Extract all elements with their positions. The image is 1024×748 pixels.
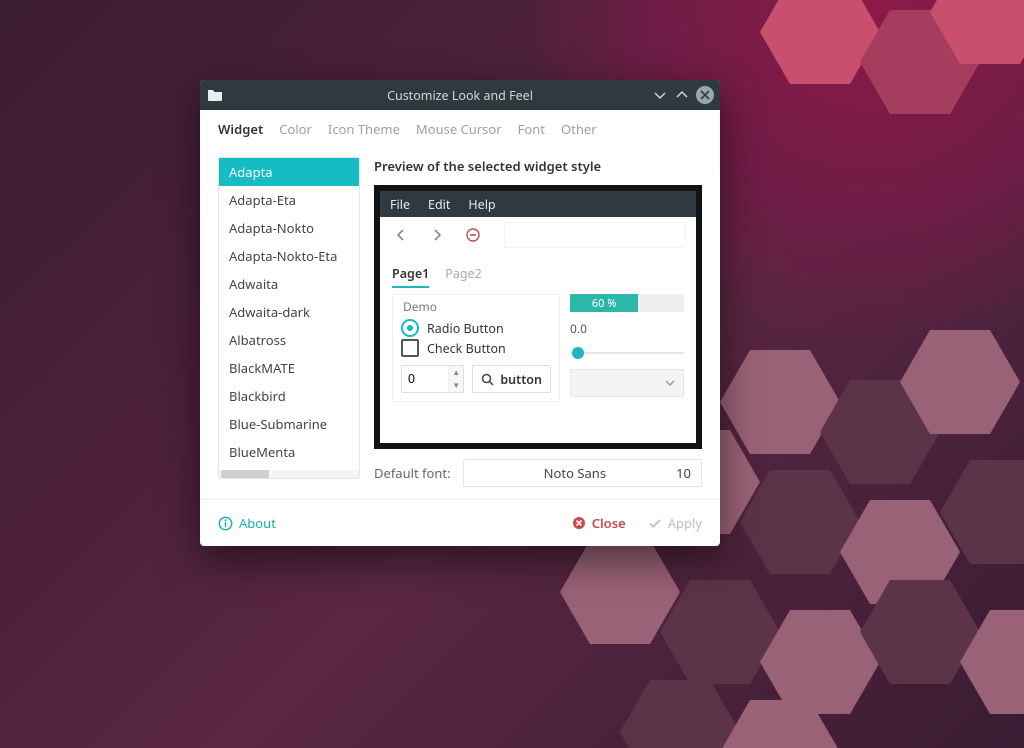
category-tabs: Widget Color Icon Theme Mouse Cursor Fon…: [200, 110, 720, 145]
info-icon: [218, 516, 233, 531]
preview-demo-frame: Demo Radio Button Check Button ▲▼ button: [392, 294, 560, 402]
minimize-button[interactable]: [652, 87, 668, 103]
preview-page-tabs: Page1 Page2: [380, 253, 696, 288]
tab-icon-theme[interactable]: Icon Theme: [328, 120, 400, 144]
theme-item[interactable]: Adwaita: [219, 270, 359, 298]
folder-icon: [200, 88, 230, 102]
default-font-label: Default font:: [374, 464, 451, 482]
tab-color[interactable]: Color: [279, 120, 312, 144]
forward-icon[interactable]: [426, 224, 448, 246]
spin-value[interactable]: [402, 366, 448, 392]
check-label: Check Button: [427, 340, 506, 357]
preview-slider[interactable]: [570, 345, 684, 361]
theme-item[interactable]: BlueMenta: [219, 438, 359, 466]
about-button[interactable]: About: [218, 514, 276, 532]
preview-menubar: File Edit Help: [380, 191, 696, 217]
stop-icon[interactable]: [462, 224, 484, 246]
dialog-footer: About Close Apply: [200, 499, 720, 546]
maximize-button[interactable]: [674, 87, 690, 103]
close-window-button[interactable]: [696, 86, 714, 104]
close-label: Close: [592, 514, 626, 532]
theme-item[interactable]: BlackMATE: [219, 354, 359, 382]
theme-item[interactable]: Adapta-Eta: [219, 186, 359, 214]
about-label: About: [239, 514, 276, 532]
default-font-button[interactable]: Noto Sans 10: [463, 459, 702, 487]
close-button[interactable]: Close: [572, 514, 626, 532]
preview-button[interactable]: button: [472, 365, 551, 393]
tab-other[interactable]: Other: [561, 120, 597, 144]
preview-radio-button[interactable]: Radio Button: [401, 319, 551, 337]
preview-combo-box[interactable]: [570, 369, 684, 397]
preview-label: Preview of the selected widget style: [374, 157, 702, 175]
back-icon[interactable]: [390, 224, 412, 246]
preview-check-button[interactable]: Check Button: [401, 339, 551, 357]
scale-value-label: 0.0: [570, 320, 684, 337]
theme-item[interactable]: Albatross: [219, 326, 359, 354]
radio-label: Radio Button: [427, 320, 504, 337]
tab-widget[interactable]: Widget: [218, 120, 263, 144]
spin-up-icon[interactable]: ▲: [449, 366, 463, 379]
theme-item[interactable]: Adwaita-dark: [219, 298, 359, 326]
widget-preview: File Edit Help Page1 Page2: [374, 185, 702, 449]
font-name: Noto Sans: [474, 464, 677, 482]
default-font-row: Default font: Noto Sans 10: [374, 459, 702, 487]
preview-url-entry[interactable]: [504, 222, 686, 248]
theme-list[interactable]: Adapta Adapta-Eta Adapta-Nokto Adapta-No…: [218, 157, 360, 479]
menu-help[interactable]: Help: [468, 196, 495, 213]
apply-button[interactable]: Apply: [648, 514, 702, 532]
theme-item[interactable]: Adapta-Nokto: [219, 214, 359, 242]
chevron-down-icon: [665, 378, 675, 388]
menu-file[interactable]: File: [390, 196, 410, 213]
check-icon: [648, 516, 662, 530]
theme-item[interactable]: Adapta: [219, 158, 359, 186]
theme-item[interactable]: Adapta-Nokto-Eta: [219, 242, 359, 270]
preview-toolbar: [380, 217, 696, 253]
settings-window: Customize Look and Feel Widget Color Ico…: [200, 80, 720, 546]
theme-item[interactable]: Blackbird: [219, 382, 359, 410]
preview-spin-button[interactable]: ▲▼: [401, 365, 464, 393]
theme-list-scrollbar[interactable]: [219, 470, 359, 478]
window-titlebar[interactable]: Customize Look and Feel: [200, 80, 720, 110]
tab-font[interactable]: Font: [518, 120, 545, 144]
button-label: button: [500, 371, 542, 388]
close-icon: [572, 516, 586, 530]
preview-tab-page1[interactable]: Page1: [392, 265, 429, 288]
theme-item[interactable]: Blue-Submarine: [219, 410, 359, 438]
spin-down-icon[interactable]: ▼: [449, 379, 463, 392]
font-size: 10: [676, 464, 691, 482]
window-title: Customize Look and Feel: [200, 87, 720, 104]
menu-edit[interactable]: Edit: [428, 196, 450, 213]
preview-progress-bar: 60 %: [570, 294, 684, 312]
apply-label: Apply: [668, 514, 702, 532]
frame-legend: Demo: [401, 298, 439, 315]
search-icon: [481, 373, 494, 386]
tab-mouse-cursor[interactable]: Mouse Cursor: [416, 120, 502, 144]
preview-tab-page2[interactable]: Page2: [445, 265, 481, 288]
